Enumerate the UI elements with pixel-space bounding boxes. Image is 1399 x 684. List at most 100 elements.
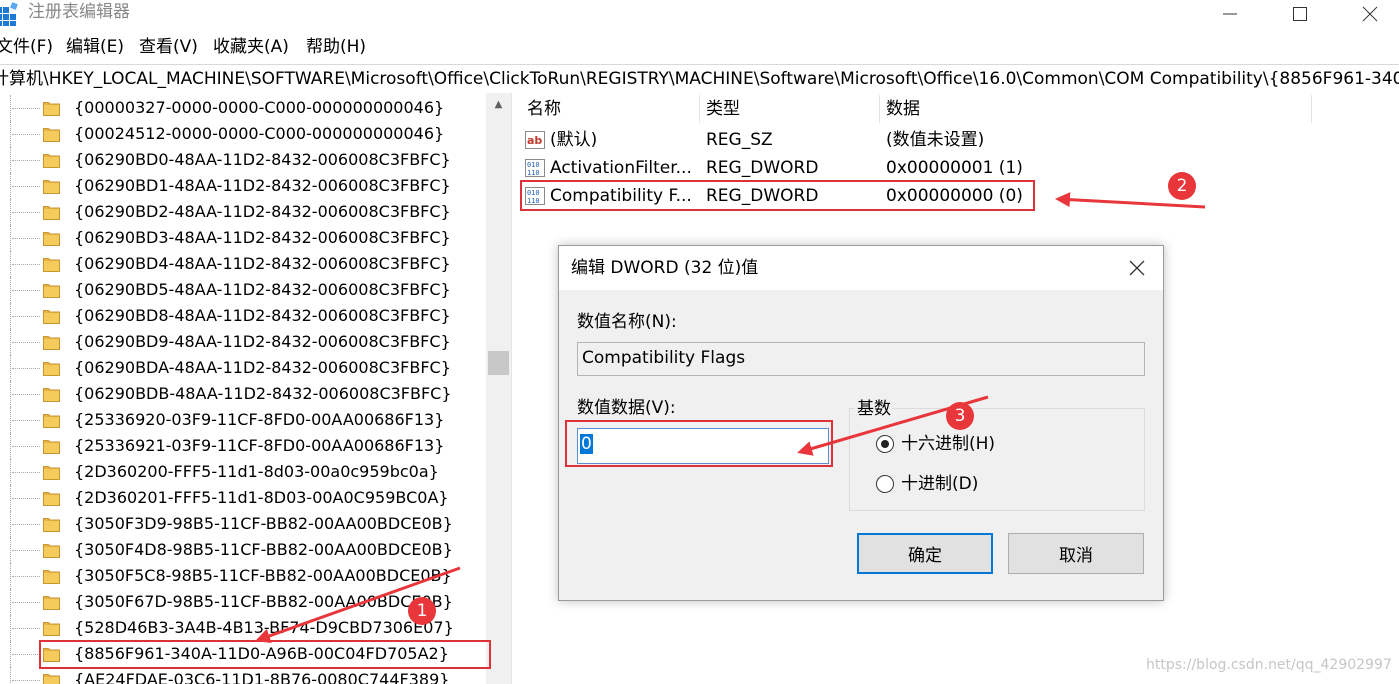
tree-connector-line (10, 511, 11, 537)
minimize-button[interactable] (1195, 0, 1265, 28)
tree-item[interactable]: {06290BD1-48AA-11D2-8432-006008C3FBFC} (0, 173, 486, 199)
tree-connector-line (12, 628, 40, 629)
tree-item[interactable]: {06290BD8-48AA-11D2-8432-006008C3FBFC} (0, 303, 486, 329)
tree-connector-line (12, 186, 40, 187)
tree-item[interactable]: {2D360201-FFF5-11d1-8D03-00A0C959BC0A} (0, 485, 486, 511)
tree-connector-line (12, 654, 40, 655)
tree-connector-line (10, 329, 11, 355)
value-type: REG_SZ (706, 130, 773, 150)
tree-item[interactable]: {06290BD3-48AA-11D2-8432-006008C3FBFC} (0, 225, 486, 251)
ok-button[interactable]: 确定 (857, 533, 993, 574)
svg-text:ab: ab (527, 134, 542, 147)
minimize-icon (1223, 13, 1237, 15)
cancel-button[interactable]: 取消 (1008, 533, 1144, 574)
value-row-activationfilter[interactable]: 010 110 ActivationFilter... REG_DWORD 0x… (519, 154, 1399, 182)
tree-item[interactable]: {3050F5C8-98B5-11CF-BB82-00AA00BDCE0B} (0, 563, 486, 589)
tree-item-label: {3050F67D-98B5-11CF-BB82-00AA00BDCE0B} (74, 592, 453, 611)
tree-connector-line (10, 589, 11, 615)
tree-connector-line (12, 290, 40, 291)
value-type: REG_DWORD (706, 158, 819, 178)
tree-connector-line (10, 615, 11, 641)
title-bar: 注册表编辑器 (0, 0, 1399, 30)
tree-connector-line (10, 667, 11, 684)
tree-connector-line (12, 316, 40, 317)
base-label: 基数 (855, 397, 893, 421)
folder-icon (43, 622, 60, 636)
folder-icon (43, 128, 60, 142)
tree-connector-line (10, 537, 11, 563)
tree-item[interactable]: {AE24FDAE-03C6-11D1-8B76-0080C744F389} (0, 667, 486, 684)
address-path[interactable]: 计算机\HKEY_LOCAL_MACHINE\SOFTWARE\Microsof… (0, 68, 1399, 90)
tree-item[interactable]: {25336920-03F9-11CF-8FD0-00AA00686F13} (0, 407, 486, 433)
tree-scroll-thumb[interactable] (488, 351, 509, 375)
tree-connector-line (12, 108, 40, 109)
tree-item[interactable]: {06290BD2-48AA-11D2-8432-006008C3FBFC} (0, 199, 486, 225)
tree-item[interactable]: {3050F3D9-98B5-11CF-BB82-00AA00BDCE0B} (0, 511, 486, 537)
tree-connector-line (12, 212, 40, 213)
tree-connector-line (10, 225, 11, 251)
folder-icon (43, 310, 60, 324)
dialog-close-button[interactable] (1121, 252, 1153, 284)
string-value-icon: ab (525, 131, 545, 149)
menu-help[interactable]: 帮助(H) (306, 36, 366, 58)
value-row-default[interactable]: ab (默认) REG_SZ (数值未设置) (519, 126, 1399, 154)
highlight-box-value-row (520, 180, 1035, 211)
tree-item[interactable]: {00000327-0000-0000-C000-000000000046} (0, 95, 486, 121)
column-separator[interactable] (699, 95, 700, 123)
tree-item-label: {3050F5C8-98B5-11CF-BB82-00AA00BDCE0B} (74, 566, 452, 585)
tree-connector-line (10, 355, 11, 381)
tree-item[interactable]: {25336921-03F9-11CF-8FD0-00AA00686F13} (0, 433, 486, 459)
menu-file[interactable]: 文件(F) (0, 36, 53, 58)
value-data-label: 数值数据(V): (577, 398, 676, 418)
tree-item-label: {AE24FDAE-03C6-11D1-8B76-0080C744F389} (74, 670, 450, 684)
tree-item-label: {06290BD5-48AA-11D2-8432-006008C3FBFC} (74, 280, 451, 299)
tree-item[interactable]: {06290BD4-48AA-11D2-8432-006008C3FBFC} (0, 251, 486, 277)
dialog-title: 编辑 DWORD (32 位)值 (571, 258, 759, 278)
tree-item[interactable]: {06290BDA-48AA-11D2-8432-006008C3FBFC} (0, 355, 486, 381)
maximize-button[interactable] (1265, 0, 1335, 28)
tree-connector-line (12, 680, 40, 681)
tree-scrollbar[interactable]: ▲ (486, 93, 511, 684)
tree-item[interactable]: {3050F4D8-98B5-11CF-BB82-00AA00BDCE0B} (0, 537, 486, 563)
tree-item[interactable]: {06290BD9-48AA-11D2-8432-006008C3FBFC} (0, 329, 486, 355)
menu-favorites[interactable]: 收藏夹(A) (213, 36, 289, 58)
tree-connector-line (10, 407, 11, 433)
scroll-up-arrow-icon[interactable]: ▲ (486, 93, 511, 115)
column-header-name[interactable]: 名称 (527, 97, 561, 121)
close-button[interactable] (1335, 0, 1399, 28)
folder-icon (43, 388, 60, 402)
radio-decimal-label[interactable]: 十进制(D) (901, 472, 978, 496)
radio-decimal[interactable] (876, 475, 894, 493)
folder-icon (43, 414, 60, 428)
folder-icon (43, 440, 60, 454)
radio-hexadecimal[interactable] (876, 435, 894, 453)
column-header-data[interactable]: 数据 (886, 97, 920, 121)
tree-item[interactable]: {00024512-0000-0000-C000-000000000046} (0, 121, 486, 147)
tree-item-label: {06290BD0-48AA-11D2-8432-006008C3FBFC} (74, 150, 451, 169)
folder-icon (43, 206, 60, 220)
folder-icon (43, 518, 60, 532)
column-separator[interactable] (1311, 95, 1312, 123)
tree-item-label: {06290BD9-48AA-11D2-8432-006008C3FBFC} (74, 332, 451, 351)
tree-connector-line (12, 446, 40, 447)
tree-item-label: {3050F3D9-98B5-11CF-BB82-00AA00BDCE0B} (74, 514, 453, 533)
key-tree[interactable]: {00000327-0000-0000-C000-000000000046} {0… (0, 93, 486, 684)
tree-item[interactable]: {06290BD0-48AA-11D2-8432-006008C3FBFC} (0, 147, 486, 173)
menu-edit[interactable]: 编辑(E) (66, 36, 124, 58)
column-header-type[interactable]: 类型 (706, 97, 740, 121)
tree-item-label: {25336920-03F9-11CF-8FD0-00AA00686F13} (74, 410, 445, 429)
value-name-field: Compatibility Flags (577, 342, 1145, 376)
menu-view[interactable]: 查看(V) (139, 36, 198, 58)
tree-item-label: {06290BD4-48AA-11D2-8432-006008C3FBFC} (74, 254, 451, 273)
radio-hexadecimal-label[interactable]: 十六进制(H) (901, 432, 995, 456)
tree-item[interactable]: {06290BD5-48AA-11D2-8432-006008C3FBFC} (0, 277, 486, 303)
tree-item[interactable]: {06290BDB-48AA-11D2-8432-006008C3FBFC} (0, 381, 486, 407)
address-bar[interactable]: 计算机\HKEY_LOCAL_MACHINE\SOFTWARE\Microsof… (0, 64, 1399, 94)
highlight-box-data-input (565, 420, 833, 467)
tree-item-label: {25336921-03F9-11CF-8FD0-00AA00686F13} (74, 436, 445, 455)
tree-item[interactable]: {2D360200-FFF5-11d1-8d03-00a0c959bc0a} (0, 459, 486, 485)
tree-connector-line (10, 485, 11, 511)
tree-item-label: {528D46B3-3A4B-4B13-BF74-D9CBD7306E07} (74, 618, 454, 637)
value-name-label: 数值名称(N): (577, 312, 677, 332)
column-separator[interactable] (879, 95, 880, 123)
